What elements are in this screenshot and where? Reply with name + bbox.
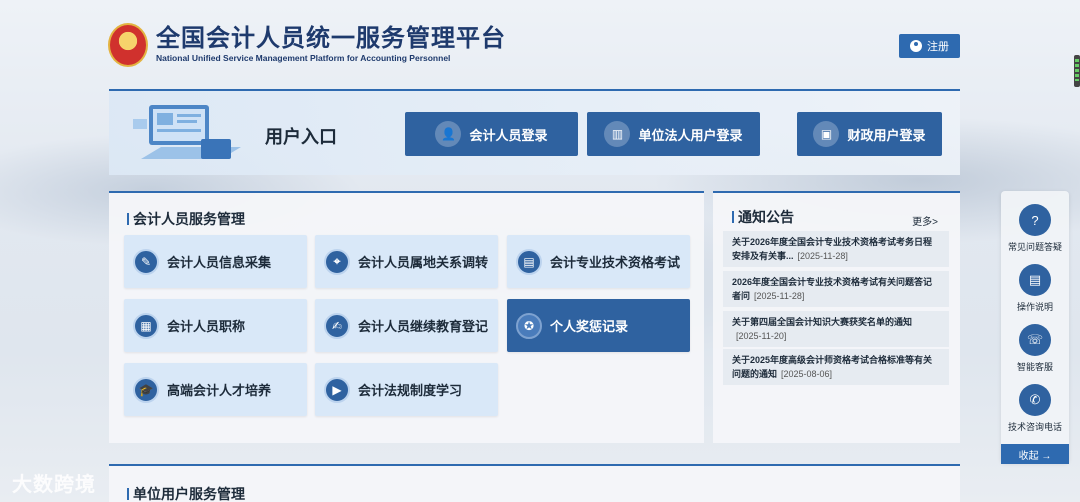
watermark-logo: 大数跨境 [12,474,96,496]
notice-date: [2025-11-28] [754,291,805,301]
id-card-icon: ▣ [813,121,840,147]
collapse-button[interactable]: 收起 → [1001,444,1069,464]
register-icon: ✍ [324,312,350,339]
smart-support-label: 智能客服 [1016,362,1053,372]
notice-item[interactable]: 2026年度全国会计专业技术资格考试有关问题答记者问 [2025-11-28] [723,271,949,307]
finance-login-button[interactable]: ▣ 财政用户登录 [797,112,942,156]
service-talent-training[interactable]: 🎓 高端会计人才培养 [124,363,307,416]
unit-services-panel: 单位用户服务管理 [109,464,960,502]
user-entry-panel: 用户入口 👤 会计人员登录 ▥ 单位法人用户登录 ▣ 财政用户登录 [109,89,960,175]
instructions-button[interactable]: ▤ 操作说明 [1001,264,1069,313]
notice-date: [2025-11-28] [797,251,848,261]
user-icon [910,40,922,52]
service-label: 会计法规制度学习 [358,383,463,398]
accountant-services-panel: 会计人员服务管理 ✎ 会计人员信息采集 ⌖ 会计人员属地关系调转 ▤ 会计专业技… [109,191,704,443]
more-notices-link[interactable]: 更多> [912,213,938,228]
document-icon: ▤ [1019,264,1051,296]
play-icon: ▶ [324,376,350,403]
location-icon: ⌖ [324,248,350,275]
service-label: 会计人员信息采集 [167,255,272,270]
person-icon: 👤 [435,121,462,147]
faq-label: 常见问题答疑 [1007,242,1062,252]
service-label: 高端会计人才培养 [167,383,272,398]
service-label: 会计专业技术资格考试 [550,255,681,270]
accountant-login-button[interactable]: 👤 会计人员登录 [405,112,578,156]
register-button[interactable]: 注册 [899,34,960,58]
unit-legal-login-button[interactable]: ▥ 单位法人用户登录 [587,112,760,156]
chat-icon: ☏ [1019,324,1051,356]
unit-services-title: 单位用户服务管理 [127,484,245,502]
side-toolbar-strip[interactable] [1074,55,1080,87]
smart-support-button[interactable]: ☏ 智能客服 [1001,324,1069,373]
site-title-en: National Unified Service Management Plat… [156,53,451,63]
faq-button[interactable]: ? 常见问题答疑 [1001,204,1069,253]
service-label: 会计人员属地关系调转 [358,255,489,270]
notice-date: [2025-08-06] [781,369,833,379]
building-icon: ▥ [604,121,631,147]
notices-title: 通知公告 [732,207,794,227]
service-continuing-education[interactable]: ✍ 会计人员继续教育登记 [315,299,498,352]
service-label: 会计人员继续教育登记 [358,319,489,334]
notice-text: 关于第四届全国会计知识大赛获奖名单的通知 [732,317,913,327]
service-label: 个人奖惩记录 [550,319,629,334]
certificate-icon: ▦ [133,312,159,339]
tech-hotline-label: 技术咨询电话 [1007,422,1062,432]
register-label: 注册 [927,41,949,53]
national-emblem-icon [108,23,148,67]
notice-item[interactable]: 关于2025年度高级会计师资格考试合格标准等有关问题的通知 [2025-08-06… [723,349,949,385]
notice-text: 关于2025年度高级会计师资格考试合格标准等有关问题的通知 [732,355,933,379]
notice-item[interactable]: 关于第四届全国会计知识大赛获奖名单的通知 [2025-11-20] [723,311,949,347]
graduation-cap-icon: 🎓 [133,376,159,403]
user-entry-title: 用户入口 [265,127,337,147]
site-title: 全国会计人员统一服务管理平台 National Unified Service … [156,26,506,64]
phone-icon: ✆ [1019,384,1051,416]
notices-panel: 通知公告 更多> 关于2026年度全国会计专业技术资格考试考务日程安排及有关事.… [713,191,960,443]
service-professional-title[interactable]: ▦ 会计人员职称 [124,299,307,352]
instructions-label: 操作说明 [1016,302,1053,312]
services-title: 会计人员服务管理 [127,209,245,229]
computer-illustration-icon [133,105,241,159]
service-qualification-exam[interactable]: ▤ 会计专业技术资格考试 [507,235,690,288]
service-regulation-learning[interactable]: ▶ 会计法规制度学习 [315,363,498,416]
site-header: 全国会计人员统一服务管理平台 National Unified Service … [108,22,506,68]
award-icon: ✪ [516,312,542,339]
service-label: 会计人员职称 [167,319,246,334]
unit-legal-login-label: 单位法人用户登录 [638,127,743,143]
accountant-login-label: 会计人员登录 [469,127,548,143]
site-title-cn: 全国会计人员统一服务管理平台 [156,25,506,52]
notice-item[interactable]: 关于2026年度全国会计专业技术资格考试考务日程安排及有关事... [2025-1… [723,231,949,267]
service-territory-transfer[interactable]: ⌖ 会计人员属地关系调转 [315,235,498,288]
printer-icon: ▤ [516,248,542,275]
form-edit-icon: ✎ [133,248,159,275]
notice-date: [2025-11-20] [736,331,787,341]
question-icon: ? [1019,204,1051,236]
floating-help-bar: ? 常见问题答疑 ▤ 操作说明 ☏ 智能客服 ✆ 技术咨询电话 [1001,191,1069,463]
tech-hotline-button[interactable]: ✆ 技术咨询电话 [1001,384,1069,433]
service-rewards-record[interactable]: ✪ 个人奖惩记录 [507,299,690,352]
finance-login-label: 财政用户登录 [847,127,926,143]
service-info-collection[interactable]: ✎ 会计人员信息采集 [124,235,307,288]
